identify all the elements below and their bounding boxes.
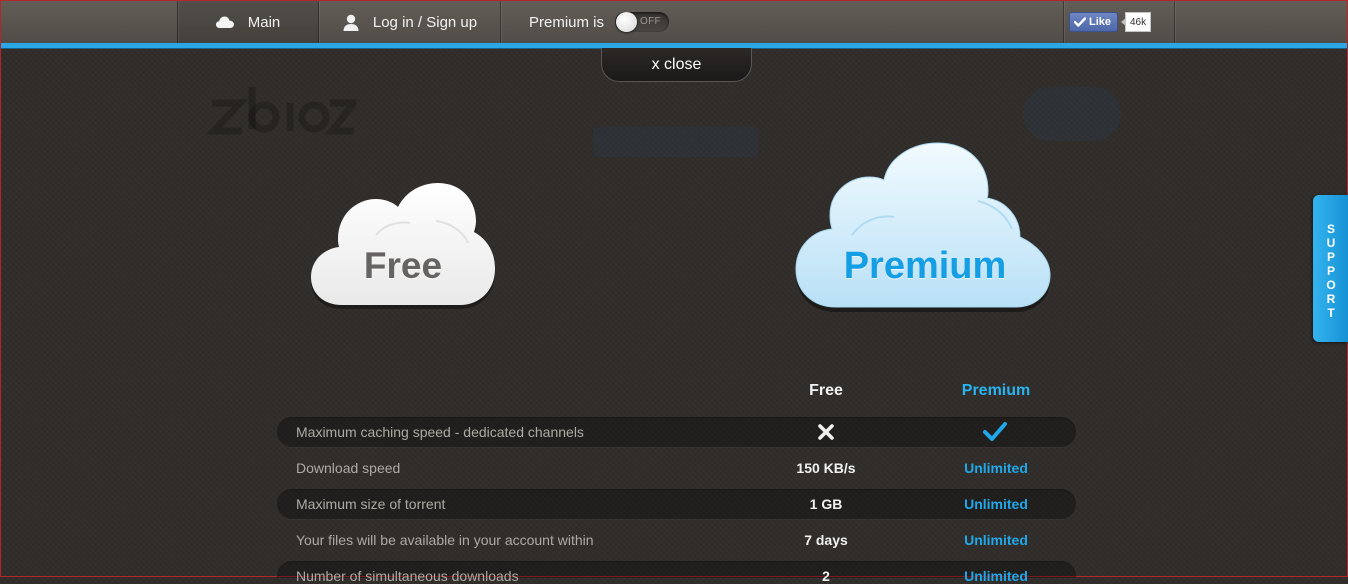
like-label: Like bbox=[1089, 16, 1112, 28]
support-letter: R bbox=[1326, 292, 1336, 306]
premium-value: Unlimited bbox=[964, 568, 1028, 584]
premium-value: Unlimited bbox=[964, 532, 1028, 548]
support-letter: P bbox=[1326, 250, 1335, 264]
like-count-badge: 46k bbox=[1120, 12, 1152, 32]
premium-value: Unlimited bbox=[964, 460, 1028, 476]
toggle-knob bbox=[616, 12, 637, 32]
nav-divider bbox=[177, 1, 178, 43]
column-header-free: Free bbox=[809, 382, 843, 399]
nav-login-label: Log in / Sign up bbox=[372, 13, 478, 31]
nav-login-signup[interactable]: Log in / Sign up bbox=[319, 1, 501, 43]
background-banner bbox=[593, 127, 758, 157]
feature-label: Your files will be available in your acc… bbox=[296, 532, 594, 548]
facebook-like-widget: Like 46k bbox=[1063, 1, 1175, 43]
cloud-icon bbox=[795, 142, 1051, 312]
free-value: 2 bbox=[822, 568, 830, 584]
check-icon bbox=[983, 422, 1007, 447]
column-header-premium: Premium bbox=[961, 382, 1031, 399]
nav-main-label: Main bbox=[247, 13, 281, 31]
support-letter: O bbox=[1326, 278, 1336, 292]
nav-divider bbox=[1063, 1, 1064, 43]
feature-label: Download speed bbox=[296, 460, 401, 476]
support-letter: S bbox=[1326, 222, 1335, 236]
table-row: Maximum size of torrent 1 GB Unlimited bbox=[277, 489, 1076, 519]
support-letter: P bbox=[1326, 264, 1335, 278]
user-icon bbox=[343, 14, 359, 31]
table-row: Number of simultaneous downloads 2 Unlim… bbox=[277, 561, 1076, 584]
table-row: Your files will be available in your acc… bbox=[277, 525, 1076, 555]
support-tab[interactable]: S U P P O R T bbox=[1313, 195, 1348, 342]
premium-status-label: Premium is bbox=[529, 13, 605, 31]
premium-toggle[interactable]: OFF bbox=[615, 12, 669, 32]
nav-divider bbox=[1174, 1, 1175, 43]
cross-icon bbox=[817, 422, 835, 447]
check-icon bbox=[1074, 17, 1086, 27]
free-plan-cloud[interactable]: Free bbox=[306, 177, 500, 318]
premium-value: Unlimited bbox=[964, 496, 1028, 512]
facebook-like-button[interactable]: Like bbox=[1069, 12, 1119, 32]
support-letter: T bbox=[1327, 306, 1335, 320]
background-badge bbox=[1023, 87, 1121, 141]
premium-plan-title: Premium bbox=[843, 245, 1007, 287]
free-value: 7 days bbox=[804, 532, 848, 548]
nav-premium: Premium is bbox=[501, 1, 701, 43]
close-button[interactable]: x close bbox=[601, 48, 752, 82]
cloud-icon bbox=[215, 16, 234, 28]
free-plan-title: Free bbox=[363, 245, 443, 286]
premium-plan-cloud[interactable]: Premium bbox=[790, 139, 1060, 320]
feature-label: Maximum size of torrent bbox=[296, 496, 446, 512]
feature-label: Number of simultaneous downloads bbox=[296, 568, 519, 584]
nav-main[interactable]: Main bbox=[177, 1, 319, 43]
free-value: 1 GB bbox=[809, 496, 843, 512]
toggle-state-label: OFF bbox=[640, 16, 661, 27]
table-row: Maximum caching speed - dedicated channe… bbox=[277, 417, 1076, 447]
table-row: Download speed 150 KB/s Unlimited bbox=[277, 453, 1076, 483]
support-letter: U bbox=[1326, 236, 1336, 250]
feature-label: Maximum caching speed - dedicated channe… bbox=[296, 424, 584, 440]
free-value: 150 KB/s bbox=[796, 460, 856, 476]
top-nav-bar: Main Log in / Sign up Premium is OFF Lik… bbox=[1, 1, 1347, 44]
background-logo bbox=[205, 85, 362, 154]
